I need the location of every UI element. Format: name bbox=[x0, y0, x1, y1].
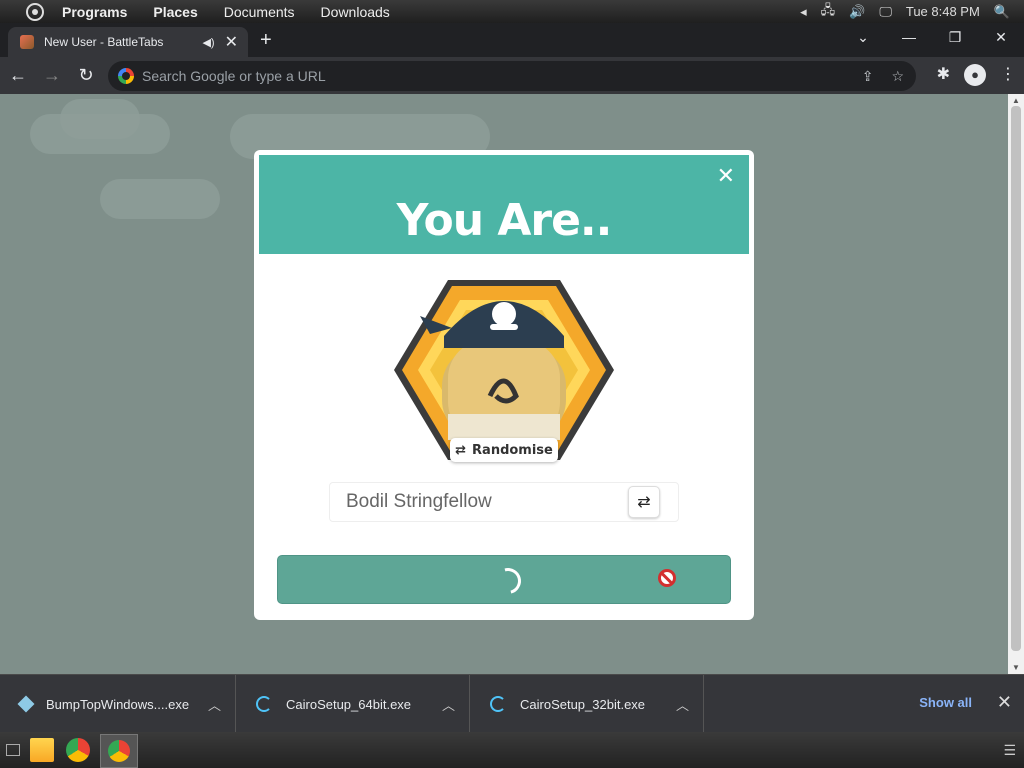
page-scrollbar[interactable]: ▲ ▼ bbox=[1008, 94, 1024, 674]
tab-strip: New User - BattleTabs ◀) ✕ + ⌄ — ❐ ✕ bbox=[0, 23, 1024, 57]
scroll-thumb[interactable] bbox=[1011, 106, 1021, 651]
os-taskbar: ☰ bbox=[0, 732, 1024, 768]
extensions-icon[interactable]: ✱ bbox=[937, 64, 950, 86]
tray-arrow-icon[interactable]: ◂ bbox=[800, 4, 807, 20]
shuffle-name-button[interactable]: ⇄ bbox=[628, 486, 660, 518]
modal-header: You Are.. ✕ bbox=[259, 155, 749, 254]
name-input[interactable]: Bodil Stringfellow ⇄ bbox=[329, 482, 679, 522]
reload-icon[interactable]: ↻ bbox=[70, 65, 102, 86]
tab-close-icon[interactable]: ✕ bbox=[225, 32, 238, 52]
audio-icon[interactable]: ◀) bbox=[202, 36, 214, 49]
os-top-panel: Programs Places Documents Downloads ◂ 🖧 … bbox=[0, 0, 1024, 23]
chrome-window-icon bbox=[108, 740, 130, 762]
close-window-icon[interactable]: ✕ bbox=[978, 23, 1024, 53]
name-value: Bodil Stringfellow bbox=[346, 491, 492, 512]
minimize-icon[interactable]: — bbox=[886, 23, 932, 53]
not-allowed-icon bbox=[658, 569, 676, 587]
menu-documents[interactable]: Documents bbox=[224, 4, 295, 20]
download-item[interactable]: CairoSetup_32bit.exe ︿ bbox=[470, 675, 704, 733]
battletabs-favicon-icon bbox=[20, 35, 34, 49]
download-item[interactable]: CairoSetup_64bit.exe ︿ bbox=[236, 675, 470, 733]
randomise-label: Randomise bbox=[472, 442, 553, 458]
browser-tab[interactable]: New User - BattleTabs ◀) ✕ bbox=[8, 27, 248, 57]
page-viewport: You Are.. ✕ ⇄ Randomise Bodil Stringfell… bbox=[0, 94, 1008, 674]
chevron-up-icon[interactable]: ︿ bbox=[208, 695, 221, 714]
tab-title: New User - BattleTabs bbox=[44, 35, 164, 49]
randomise-button[interactable]: ⇄ Randomise bbox=[450, 438, 558, 462]
new-user-modal: You Are.. ✕ ⇄ Randomise Bodil Stringfell… bbox=[254, 150, 754, 620]
download-filename: CairoSetup_64bit.exe bbox=[286, 696, 412, 712]
active-window-button[interactable] bbox=[100, 734, 138, 768]
display-icon[interactable]: 🖵 bbox=[879, 4, 892, 20]
show-desktop-icon[interactable] bbox=[6, 744, 20, 756]
bookmark-star-icon[interactable]: ☆ bbox=[891, 68, 904, 85]
network-icon[interactable]: 🖧 bbox=[821, 1, 836, 23]
new-tab-icon[interactable]: + bbox=[260, 29, 272, 52]
shuffle-icon: ⇄ bbox=[455, 442, 467, 458]
volume-icon[interactable]: 🔊 bbox=[849, 4, 865, 20]
cloud-decoration bbox=[100, 179, 220, 219]
menu-places[interactable]: Places bbox=[153, 4, 197, 20]
download-item[interactable]: BumpTopWindows....exe ︿ bbox=[0, 675, 236, 733]
window-controls: ⌄ — ❐ ✕ bbox=[840, 23, 1024, 53]
close-downloads-icon[interactable]: ✕ bbox=[997, 692, 1012, 713]
browser-toolbar: ← → ↻ Search Google or type a URL ⇪ ☆ ✱ … bbox=[0, 57, 1024, 94]
chevron-up-icon[interactable]: ︿ bbox=[676, 695, 689, 714]
search-icon[interactable]: 🔍 bbox=[994, 4, 1010, 20]
show-all-button[interactable]: Show all bbox=[919, 695, 972, 710]
cloud-decoration bbox=[60, 99, 140, 139]
avatar-badge bbox=[390, 276, 618, 464]
downloads-bar: BumpTopWindows....exe ︿ CairoSetup_64bit… bbox=[0, 674, 1024, 733]
clock[interactable]: Tue 8:48 PM bbox=[906, 4, 980, 19]
file-manager-icon[interactable] bbox=[30, 738, 54, 762]
download-filename: CairoSetup_32bit.exe bbox=[520, 696, 646, 712]
chrome-icon[interactable] bbox=[66, 738, 90, 762]
share-icon[interactable]: ⇪ bbox=[862, 68, 874, 85]
scroll-up-icon[interactable]: ▲ bbox=[1012, 96, 1020, 105]
restore-icon[interactable]: ❐ bbox=[932, 23, 978, 53]
omnibox-placeholder: Search Google or type a URL bbox=[142, 68, 326, 84]
tab-search-icon[interactable]: ⌄ bbox=[840, 23, 886, 53]
chevron-up-icon[interactable]: ︿ bbox=[442, 695, 455, 714]
kebab-menu-icon[interactable]: ⋮ bbox=[1000, 64, 1016, 86]
download-filename: BumpTopWindows....exe bbox=[46, 696, 190, 712]
cairo-icon bbox=[256, 696, 272, 712]
google-icon bbox=[118, 68, 134, 84]
pirate-avatar-icon bbox=[394, 280, 614, 460]
submit-button[interactable] bbox=[277, 555, 731, 604]
installer-icon bbox=[17, 695, 35, 713]
loading-spinner-icon bbox=[490, 563, 526, 599]
modal-close-icon[interactable]: ✕ bbox=[717, 163, 735, 189]
taskbar-menu-icon[interactable]: ☰ bbox=[1003, 742, 1016, 759]
omnibox[interactable]: Search Google or type a URL ⇪ ☆ bbox=[108, 61, 916, 91]
cairo-icon bbox=[490, 696, 506, 712]
menu-downloads[interactable]: Downloads bbox=[321, 4, 390, 20]
os-logo-icon[interactable] bbox=[26, 2, 44, 21]
profile-icon[interactable]: ● bbox=[964, 64, 986, 86]
forward-icon[interactable]: → bbox=[36, 65, 68, 86]
modal-title: You Are.. bbox=[396, 195, 613, 246]
scroll-down-icon[interactable]: ▼ bbox=[1012, 663, 1020, 672]
back-icon[interactable]: ← bbox=[2, 65, 34, 86]
menu-programs[interactable]: Programs bbox=[62, 4, 127, 20]
